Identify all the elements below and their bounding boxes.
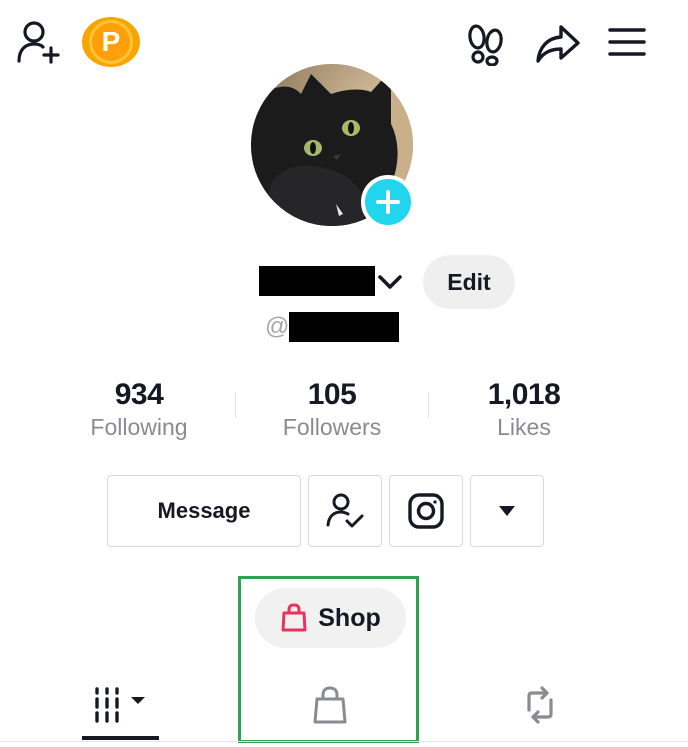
grid-bars-icon <box>94 687 145 723</box>
account-switch-button[interactable] <box>377 270 403 294</box>
repost-icon <box>527 686 553 724</box>
person-check-icon <box>326 493 364 528</box>
following-count: 934 <box>114 378 164 411</box>
tab-shop[interactable] <box>290 670 370 740</box>
likes-label: Likes <box>497 414 551 440</box>
friends-button[interactable] <box>308 475 382 547</box>
coins-button[interactable]: P <box>82 17 140 67</box>
shop-button[interactable]: Shop <box>255 588 406 648</box>
profile-views-button[interactable] <box>462 20 510 68</box>
followers-count: 105 <box>307 378 357 411</box>
triangle-down-icon <box>499 506 515 516</box>
message-button[interactable]: Message <box>107 475 301 547</box>
person-plus-icon <box>17 21 60 64</box>
footprints-icon <box>468 24 503 66</box>
handle-redacted <box>289 312 399 342</box>
edit-profile-button[interactable]: Edit <box>423 255 515 309</box>
instagram-button[interactable] <box>389 475 463 547</box>
shopping-bag-icon <box>281 603 307 632</box>
share-arrow-icon <box>536 25 580 63</box>
hamburger-menu-icon <box>608 28 646 56</box>
following-label: Following <box>90 414 188 440</box>
stat-following[interactable]: 934 Following <box>59 378 219 441</box>
tab-videos[interactable] <box>82 670 159 740</box>
stat-divider <box>235 392 236 418</box>
active-tab-indicator <box>82 736 159 740</box>
menu-button[interactable] <box>603 18 651 66</box>
edit-label: Edit <box>447 268 491 295</box>
plus-icon <box>376 190 400 214</box>
share-button[interactable] <box>532 18 584 70</box>
chevron-down-icon <box>378 275 402 289</box>
shop-label: Shop <box>318 603 381 632</box>
shopping-bag-outline-icon <box>313 686 347 724</box>
coin-icon: P <box>89 20 133 64</box>
add-friend-button[interactable] <box>12 16 64 68</box>
handle-prefix: @ <box>265 313 290 340</box>
stat-divider <box>428 392 429 418</box>
message-label: Message <box>157 498 251 523</box>
stat-followers[interactable]: 105 Followers <box>252 378 412 441</box>
likes-count: 1,018 <box>487 378 561 411</box>
tab-reposts[interactable] <box>500 670 580 740</box>
instagram-icon <box>408 493 444 529</box>
username-redacted <box>259 266 375 296</box>
more-button[interactable] <box>470 475 544 547</box>
add-avatar-button[interactable] <box>361 175 415 229</box>
tab-bar-divider <box>0 741 688 742</box>
stat-likes: 1,018 Likes <box>444 378 604 441</box>
followers-label: Followers <box>282 414 382 440</box>
